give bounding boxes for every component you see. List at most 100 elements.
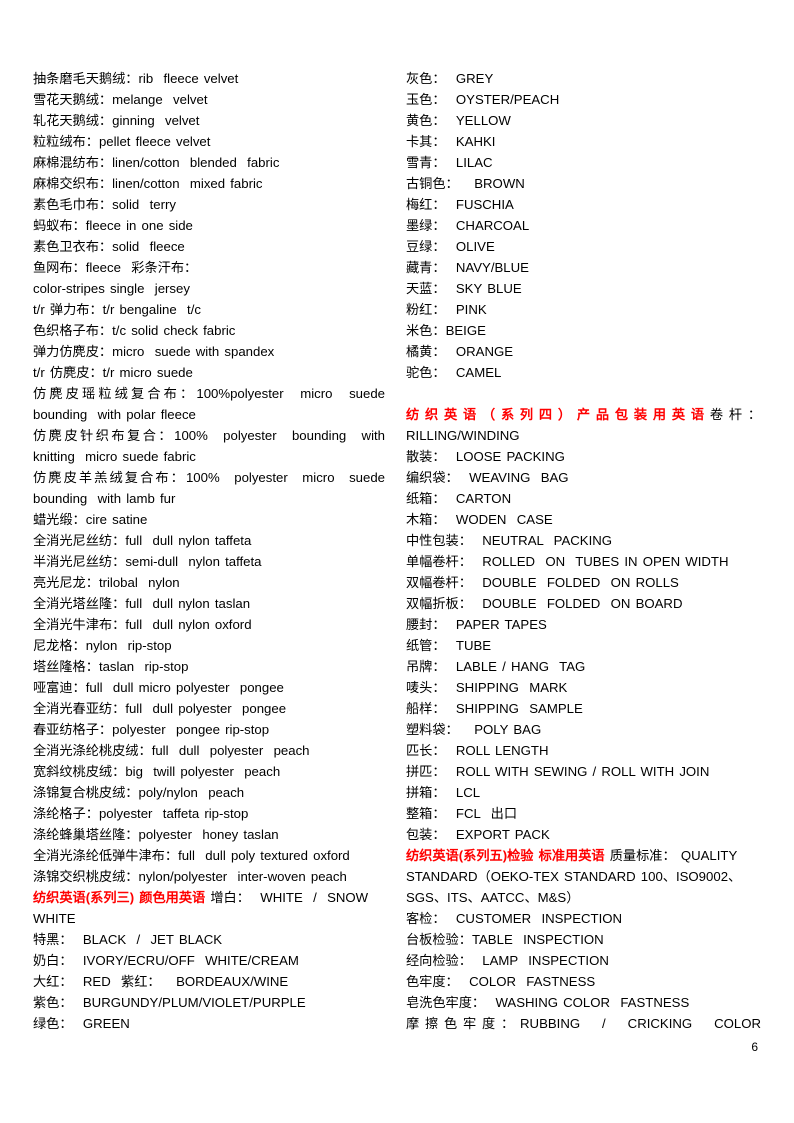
term-english: FCL 出口	[445, 806, 518, 821]
term-english: KAHKI	[445, 134, 496, 149]
glossary-entry: 大红： RED 紫红： BORDEAUX/WINE	[33, 971, 385, 992]
glossary-entry: 船样： SHIPPING SAMPLE	[406, 698, 761, 719]
term-chinese: 绿色：	[33, 1016, 73, 1031]
glossary-entry: 仿麂皮羊羔绒复合布：100% polyester micro suede	[33, 467, 385, 488]
term-english: poly/nylon peach	[138, 785, 245, 800]
term-chinese: 粒粒绒布：	[33, 134, 99, 149]
continuation-line: knitting micro suede fabric	[33, 446, 385, 467]
term-chinese: 涤锦交织桃皮绒：	[33, 869, 139, 884]
term-english: WASHING COLOR FASTNESS	[485, 995, 690, 1010]
term-english: knitting micro suede fabric	[33, 449, 196, 464]
term-english: ROLL WITH SEWING / ROLL WITH JOIN	[445, 764, 710, 779]
term-chinese: 豆绿：	[406, 239, 446, 254]
term-chinese: 灰色：	[406, 71, 446, 86]
glossary-entry: 包装： EXPORT PACK	[406, 824, 761, 845]
term-chinese: 中性包装：	[406, 533, 472, 548]
glossary-entry: 奶白： IVORY/ECRU/OFF WHITE/CREAM	[33, 950, 385, 971]
term-english: rib fleece velvet	[138, 71, 239, 86]
term-chinese: 涤纶蜂巢塔丝隆：	[33, 827, 139, 842]
glossary-entry: 古铜色： BROWN	[406, 173, 761, 194]
term-english: BROWN	[458, 176, 525, 191]
term-chinese: 双幅折板：	[406, 596, 472, 611]
term-english: CHARCOAL	[445, 218, 530, 233]
term-chinese: 拼匹：	[406, 764, 446, 779]
glossary-entry: 轧花天鹅绒：ginning velvet	[33, 110, 385, 131]
glossary-entry: 蚂蚁布：fleece in one side	[33, 215, 385, 236]
document-page: 抽条磨毛天鹅绒：rib fleece velvet 雪花天鹅绒：melange v…	[0, 0, 794, 1123]
term-english: WODEN CASE	[445, 512, 553, 527]
term-chinese: 麻棉交织布：	[33, 176, 113, 191]
term-chinese: 驼色：	[406, 365, 446, 380]
term-chinese: 涤纶格子：	[33, 806, 99, 821]
right-column: 灰色： GREY 玉色： OYSTER/PEACH 黄色： YELLOW 卡其： KA…	[406, 68, 761, 1034]
term-chinese: 塔丝隆格：	[33, 659, 99, 674]
term-english: DOUBLE FOLDED ON ROLLS	[471, 575, 679, 590]
glossary-entry: 卡其： KAHKI	[406, 131, 761, 152]
section-heading-text: 纺织英语(系列五)检验 标准用英语	[406, 848, 605, 863]
glossary-entry: 全消光尼丝纺：full dull nylon taffeta	[33, 530, 385, 551]
term-chinese: 古铜色：	[406, 176, 459, 191]
continuation-line: STANDARD（OEKO-TEX STANDARD 100、ISO9002、	[406, 866, 761, 887]
glossary-entry: 纸箱： CARTON	[406, 488, 761, 509]
glossary-entry: 灰色： GREY	[406, 68, 761, 89]
glossary-entry: 全消光牛津布：full dull nylon oxford	[33, 614, 385, 635]
term-chinese: 卷杆：	[709, 407, 762, 422]
section-heading-text: 纺织英语(系列三) 颜色用英语	[33, 890, 206, 905]
glossary-entry: t/r 仿麂皮：t/r micro suede	[33, 362, 385, 383]
term-chinese: 腰封：	[406, 617, 446, 632]
term-chinese: 蜡光缎：	[33, 512, 86, 527]
term-english: polyester honey taslan	[138, 827, 279, 842]
glossary-entry: 玉色： OYSTER/PEACH	[406, 89, 761, 110]
glossary-entry: 纸管： TUBE	[406, 635, 761, 656]
term-english: RILLING/WINDING	[406, 428, 520, 443]
glossary-entry: t/r 弹力布：t/r bengaline t/c	[33, 299, 385, 320]
term-chinese: 客检：	[406, 911, 446, 926]
section-heading-line: 纺织英语（系列四）产品包装用英语卷杆：	[406, 404, 761, 425]
term-english: BEIGE	[445, 323, 486, 338]
term-english: BLACK / JET BLACK	[72, 932, 223, 947]
term-english: solid fleece	[112, 239, 185, 254]
term-chinese: 鱼网布：	[33, 260, 86, 275]
term-chinese: 单幅卷杆：	[406, 554, 472, 569]
glossary-entry: 橘黄： ORANGE	[406, 341, 761, 362]
glossary-entry: 拼匹： ROLL WITH SEWING / ROLL WITH JOIN	[406, 761, 761, 782]
glossary-entry: 素色卫衣布：solid fleece	[33, 236, 385, 257]
glossary-entry: 塔丝隆格：taslan rip-stop	[33, 656, 385, 677]
term-english: WEAVING BAG	[458, 470, 569, 485]
term-english: CAMEL	[445, 365, 502, 380]
term-chinese: 天蓝：	[406, 281, 446, 296]
glossary-entry: 木箱： WODEN CASE	[406, 509, 761, 530]
term-english: OYSTER/PEACH	[445, 92, 560, 107]
term-english: BURGUNDY/PLUM/VIOLET/PURPLE	[72, 995, 306, 1010]
term-chinese: 春亚纺格子：	[33, 722, 113, 737]
glossary-entry: 麻棉交织布：linen/cotton mixed fabric	[33, 173, 385, 194]
term-english: RED 紫红： BORDEAUX/WINE	[72, 974, 289, 989]
term-english: TABLE INSPECTION	[471, 932, 604, 947]
glossary-entry: 蜡光缎：cire satine	[33, 509, 385, 530]
glossary-entry: 台板检验：TABLE INSPECTION	[406, 929, 761, 950]
glossary-entry: 麻棉混纺布：linen/cotton blended fabric	[33, 152, 385, 173]
term-chinese: 拼箱：	[406, 785, 446, 800]
continuation-line: RILLING/WINDING	[406, 425, 761, 446]
term-chinese: t/r 弹力布：	[33, 302, 103, 317]
term-chinese: 亮光尼龙：	[33, 575, 99, 590]
term-english: t/r bengaline t/c	[102, 302, 201, 317]
glossary-entry: 雪青： LILAC	[406, 152, 761, 173]
term-english: LABLE / HANG TAG	[445, 659, 586, 674]
term-chinese: 仿麂皮瑶粒绒复合布：	[33, 386, 197, 401]
term-english: pellet fleece velvet	[98, 134, 211, 149]
term-chinese: 唛头：	[406, 680, 446, 695]
glossary-entry: 藏青： NAVY/BLUE	[406, 257, 761, 278]
glossary-entry: 涤锦复合桃皮绒：poly/nylon peach	[33, 782, 385, 803]
term-english: 100% polyester micro suede	[185, 470, 386, 485]
glossary-entry: 单幅卷杆： ROLLED ON TUBES IN OPEN WIDTH	[406, 551, 761, 572]
term-english: GREY	[445, 71, 494, 86]
term-english: full dull nylon taslan	[125, 596, 251, 611]
term-chinese: 全消光春亚纺：	[33, 701, 126, 716]
glossary-entry: 粉红： PINK	[406, 299, 761, 320]
term-chinese: 哑富迪：	[33, 680, 86, 695]
term-chinese: 纸管：	[406, 638, 446, 653]
term-english: semi-dull nylon taffeta	[125, 554, 262, 569]
term-chinese: 特黑：	[33, 932, 73, 947]
term-chinese: 宽斜纹桃皮绒：	[33, 764, 126, 779]
